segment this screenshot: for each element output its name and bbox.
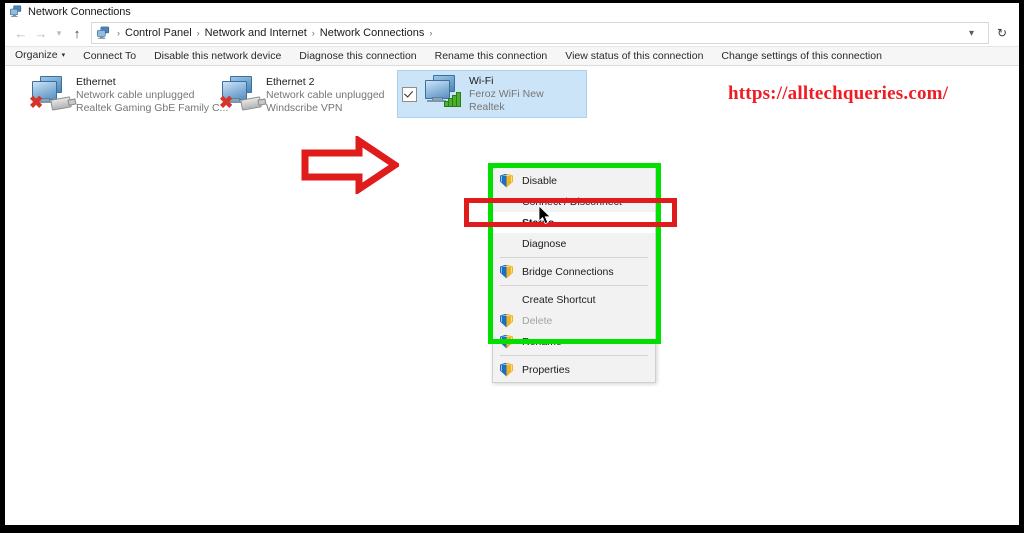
command-view-status[interactable]: View status of this connection [556,47,712,65]
adapter-status: Feroz WiFi New [469,87,544,100]
menu-item-label: Connect / Disconnect [522,195,622,208]
menu-item-status[interactable]: Status [493,212,655,233]
adapter-name: Ethernet 2 [266,75,315,88]
chevron-down-icon: ▾ [61,52,66,59]
command-organize[interactable]: Organize ▾ [5,46,74,66]
adapter-device: Realtek [469,100,505,113]
website-watermark: https://alltechqueries.com/ [728,83,949,104]
command-disable-device[interactable]: Disable this network device [145,47,290,65]
adapter-name: Ethernet [76,75,116,88]
title-bar: Network Connections [5,3,1019,20]
back-arrow-icon[interactable]: ← [11,23,31,43]
menu-item-label: Disable [522,174,558,187]
menu-item-connect-disconnect[interactable]: Connect / Disconnect [493,191,655,212]
command-connect-to[interactable]: Connect To [74,47,145,65]
address-dropdown-icon[interactable]: ▾ [965,28,984,39]
menu-icon-placeholder [499,194,515,210]
explorer-window: Network Connections ← → ▾ ↑ › Control Pa… [4,2,1020,526]
adapter-device: Realtek Gaming GbE Family C... [76,101,229,114]
menu-separator [500,257,648,258]
connections-list: ✖ Ethernet Network cable unplugged Realt… [5,66,1019,525]
menu-item-properties[interactable]: Properties [493,359,655,380]
adapter-tile-ethernet[interactable]: ✖ Ethernet Network cable unplugged Realt… [23,71,229,119]
menu-icon-placeholder [499,215,515,231]
refresh-icon[interactable]: ↻ [989,22,1015,44]
red-arrow-annotation [301,134,402,196]
wifi-connected-icon [420,73,466,115]
network-connections-icon [9,5,23,18]
address-bar[interactable]: › Control Panel › Network and Internet ›… [91,22,989,44]
ethernet-disconnected-icon: ✖ [217,74,263,116]
address-network-icon [96,26,111,40]
menu-icon-placeholder [499,236,515,252]
command-rename[interactable]: Rename this connection [426,47,557,65]
shield-icon [499,334,515,350]
command-bar: Organize ▾ Connect To Disable this networ… [5,46,1019,66]
breadcrumb-separator: › [429,28,433,38]
forward-arrow-icon[interactable]: → [31,23,51,43]
menu-item-label: Diagnose [522,237,567,250]
screen: Network Connections ← → ▾ ↑ › Control Pa… [0,0,1024,533]
menu-separator [500,285,648,286]
adapter-status: Network cable unplugged [266,88,385,101]
breadcrumb-separator: › [196,28,200,38]
ethernet-disconnected-icon: ✖ [27,74,73,116]
shield-icon [499,173,515,189]
adapter-device: Windscribe VPN [266,101,343,114]
menu-item-label: Rename [522,335,562,348]
adapter-text: Wi-Fi Feroz WiFi New Realtek [469,75,544,114]
adapter-text: Ethernet Network cable unplugged Realtek… [76,75,229,115]
up-arrow-icon[interactable]: ↑ [67,23,87,43]
command-change-settings[interactable]: Change settings of this connection [712,47,891,65]
shield-icon [499,362,515,378]
adapter-checkbox-wifi[interactable] [402,86,417,102]
menu-item-label: Bridge Connections [522,265,614,278]
menu-item-delete: Delete [493,310,655,331]
menu-item-disable[interactable]: Disable [493,170,655,191]
adapter-tile-wifi[interactable]: Wi-Fi Feroz WiFi New Realtek [397,70,587,118]
chevron-down-icon[interactable]: ▾ [51,23,67,43]
breadcrumb-network-connections[interactable]: Network Connections [318,27,427,39]
command-diagnose[interactable]: Diagnose this connection [290,47,425,65]
menu-item-create-shortcut[interactable]: Create Shortcut [493,289,655,310]
adapter-name: Wi-Fi [469,74,494,87]
shield-icon [499,313,515,329]
shield-icon [499,264,515,280]
menu-item-diagnose[interactable]: Diagnose [493,233,655,254]
adapter-text: Ethernet 2 Network cable unplugged Winds… [266,76,385,115]
adapter-tile-ethernet-2[interactable]: ✖ Ethernet 2 Network cable unplugged Win… [213,71,398,119]
breadcrumb-control-panel[interactable]: Control Panel [123,27,194,39]
menu-item-label: Create Shortcut [522,293,596,306]
menu-item-label: Delete [522,314,553,327]
context-menu[interactable]: Disable Connect / Disconnect Status Diag… [492,167,656,383]
breadcrumb-separator: › [117,28,120,38]
command-organize-label: Organize [15,49,58,61]
window-title: Network Connections [28,5,131,18]
adapter-status: Network cable unplugged [76,88,195,101]
menu-item-bridge-connections[interactable]: Bridge Connections [493,261,655,282]
menu-item-label: Status [522,216,555,229]
menu-item-rename[interactable]: Rename [493,331,655,352]
breadcrumb-network-and-internet[interactable]: Network and Internet [203,27,309,39]
menu-separator [500,355,648,356]
menu-icon-placeholder [499,292,515,308]
menu-item-label: Properties [522,363,570,376]
breadcrumb-separator: › [311,28,315,38]
navigation-bar: ← → ▾ ↑ › Control Panel › Network and In… [5,20,1019,46]
